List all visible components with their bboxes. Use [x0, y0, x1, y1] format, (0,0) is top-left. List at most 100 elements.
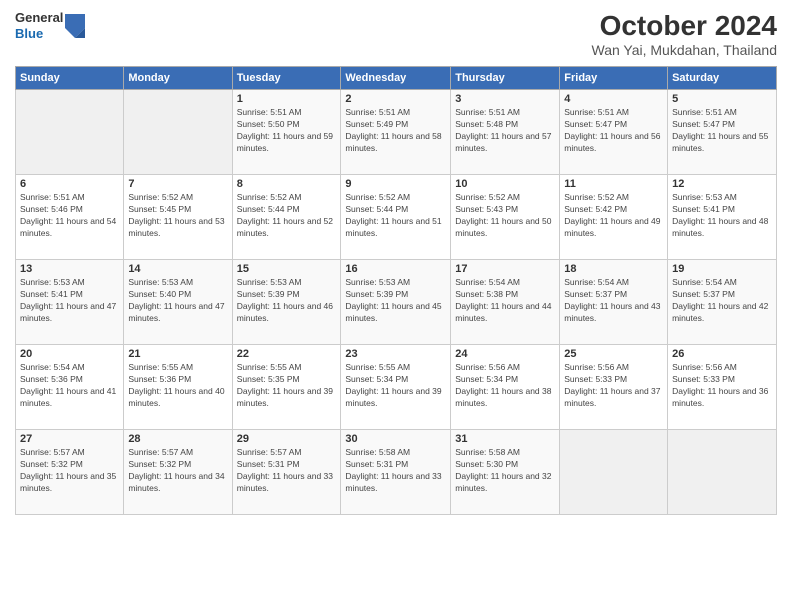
day-number: 24: [455, 348, 555, 360]
month-title: October 2024: [592, 10, 778, 42]
day-info: Sunrise: 5:53 AM Sunset: 5:40 PM Dayligh…: [128, 277, 227, 325]
calendar-weekday-header: Tuesday: [232, 67, 341, 90]
logo-icon: [65, 14, 85, 38]
day-info: Sunrise: 5:53 AM Sunset: 5:41 PM Dayligh…: [20, 277, 119, 325]
calendar-cell: 2 Sunrise: 5:51 AM Sunset: 5:49 PM Daylig…: [341, 90, 451, 175]
calendar-cell: [560, 430, 668, 515]
day-number: 19: [672, 263, 772, 275]
day-number: 14: [128, 263, 227, 275]
calendar-cell: 6 Sunrise: 5:51 AM Sunset: 5:46 PM Daylig…: [16, 175, 124, 260]
day-number: 2: [345, 93, 446, 105]
calendar-cell: 27 Sunrise: 5:57 AM Sunset: 5:32 PM Dayli…: [16, 430, 124, 515]
day-number: 16: [345, 263, 446, 275]
subtitle: Wan Yai, Mukdahan, Thailand: [592, 42, 778, 58]
calendar-week-row: 20Sunrise: 5:54 AM Sunset: 5:36 PM Dayli…: [16, 345, 777, 430]
day-info: Sunrise: 5:54 AM Sunset: 5:36 PM Dayligh…: [20, 362, 119, 410]
calendar-cell: 24 Sunrise: 5:56 AM Sunset: 5:34 PM Dayli…: [451, 345, 560, 430]
day-info: Sunrise: 5:56 AM Sunset: 5:33 PM Dayligh…: [672, 362, 772, 410]
day-number: 10: [455, 178, 555, 190]
day-number: 18: [564, 263, 663, 275]
day-info: Sunrise: 5:52 AM Sunset: 5:45 PM Dayligh…: [128, 192, 227, 240]
calendar-cell: 12 Sunrise: 5:53 AM Sunset: 5:41 PM Dayli…: [668, 175, 777, 260]
calendar-cell: 3Sunrise: 5:51 AM Sunset: 5:48 PM Daylig…: [451, 90, 560, 175]
day-number: 30: [345, 433, 446, 445]
calendar-week-row: 6 Sunrise: 5:51 AM Sunset: 5:46 PM Daylig…: [16, 175, 777, 260]
calendar-cell: 15 Sunrise: 5:53 AM Sunset: 5:39 PM Dayli…: [232, 260, 341, 345]
day-info: Sunrise: 5:52 AM Sunset: 5:44 PM Dayligh…: [345, 192, 446, 240]
day-number: 3: [455, 93, 555, 105]
day-info: Sunrise: 5:53 AM Sunset: 5:39 PM Dayligh…: [237, 277, 337, 325]
day-number: 21: [128, 348, 227, 360]
calendar-cell: [16, 90, 124, 175]
day-number: 5: [672, 93, 772, 105]
day-number: 23: [345, 348, 446, 360]
calendar-cell: [668, 430, 777, 515]
calendar-cell: 14 Sunrise: 5:53 AM Sunset: 5:40 PM Dayli…: [124, 260, 232, 345]
day-number: 7: [128, 178, 227, 190]
calendar-cell: 19 Sunrise: 5:54 AM Sunset: 5:37 PM Dayli…: [668, 260, 777, 345]
calendar-cell: 4Sunrise: 5:51 AM Sunset: 5:47 PM Daylig…: [560, 90, 668, 175]
day-number: 4: [564, 93, 663, 105]
day-number: 1: [237, 93, 337, 105]
calendar-cell: 16 Sunrise: 5:53 AM Sunset: 5:39 PM Dayli…: [341, 260, 451, 345]
logo-blue: Blue: [15, 26, 63, 42]
day-number: 31: [455, 433, 555, 445]
day-info: Sunrise: 5:51 AM Sunset: 5:50 PM Dayligh…: [237, 107, 337, 155]
calendar-week-row: 27 Sunrise: 5:57 AM Sunset: 5:32 PM Dayli…: [16, 430, 777, 515]
day-info: Sunrise: 5:54 AM Sunset: 5:37 PM Dayligh…: [564, 277, 663, 325]
title-block: October 2024 Wan Yai, Mukdahan, Thailand: [592, 10, 778, 58]
calendar-cell: 5 Sunrise: 5:51 AM Sunset: 5:47 PM Daylig…: [668, 90, 777, 175]
day-number: 6: [20, 178, 119, 190]
day-info: Sunrise: 5:55 AM Sunset: 5:35 PM Dayligh…: [237, 362, 337, 410]
calendar-cell: 11Sunrise: 5:52 AM Sunset: 5:42 PM Dayli…: [560, 175, 668, 260]
calendar-cell: 21 Sunrise: 5:55 AM Sunset: 5:36 PM Dayli…: [124, 345, 232, 430]
day-info: Sunrise: 5:54 AM Sunset: 5:37 PM Dayligh…: [672, 277, 772, 325]
calendar-weekday-header: Saturday: [668, 67, 777, 90]
day-info: Sunrise: 5:51 AM Sunset: 5:49 PM Dayligh…: [345, 107, 446, 155]
day-info: Sunrise: 5:56 AM Sunset: 5:34 PM Dayligh…: [455, 362, 555, 410]
day-number: 17: [455, 263, 555, 275]
calendar-cell: 31 Sunrise: 5:58 AM Sunset: 5:30 PM Dayli…: [451, 430, 560, 515]
day-info: Sunrise: 5:52 AM Sunset: 5:43 PM Dayligh…: [455, 192, 555, 240]
calendar-cell: 13 Sunrise: 5:53 AM Sunset: 5:41 PM Dayli…: [16, 260, 124, 345]
calendar-cell: 25 Sunrise: 5:56 AM Sunset: 5:33 PM Dayli…: [560, 345, 668, 430]
calendar-cell: 10 Sunrise: 5:52 AM Sunset: 5:43 PM Dayli…: [451, 175, 560, 260]
calendar-cell: 23 Sunrise: 5:55 AM Sunset: 5:34 PM Dayli…: [341, 345, 451, 430]
day-info: Sunrise: 5:58 AM Sunset: 5:31 PM Dayligh…: [345, 447, 446, 495]
day-info: Sunrise: 5:57 AM Sunset: 5:32 PM Dayligh…: [128, 447, 227, 495]
day-info: Sunrise: 5:58 AM Sunset: 5:30 PM Dayligh…: [455, 447, 555, 495]
calendar-cell: 8Sunrise: 5:52 AM Sunset: 5:44 PM Daylig…: [232, 175, 341, 260]
calendar-weekday-header: Monday: [124, 67, 232, 90]
day-info: Sunrise: 5:53 AM Sunset: 5:41 PM Dayligh…: [672, 192, 772, 240]
calendar-weekday-header: Friday: [560, 67, 668, 90]
calendar-cell: 30 Sunrise: 5:58 AM Sunset: 5:31 PM Dayli…: [341, 430, 451, 515]
day-number: 12: [672, 178, 772, 190]
day-info: Sunrise: 5:51 AM Sunset: 5:47 PM Dayligh…: [672, 107, 772, 155]
day-number: 13: [20, 263, 119, 275]
day-info: Sunrise: 5:52 AM Sunset: 5:44 PM Dayligh…: [237, 192, 337, 240]
day-number: 27: [20, 433, 119, 445]
calendar-weekday-header: Sunday: [16, 67, 124, 90]
page-container: General Blue October 2024 Wan Yai, Mukda…: [0, 0, 792, 612]
calendar-cell: 20Sunrise: 5:54 AM Sunset: 5:36 PM Dayli…: [16, 345, 124, 430]
day-info: Sunrise: 5:51 AM Sunset: 5:46 PM Dayligh…: [20, 192, 119, 240]
calendar-header-row: SundayMondayTuesdayWednesdayThursdayFrid…: [16, 67, 777, 90]
day-number: 15: [237, 263, 337, 275]
calendar-week-row: 13 Sunrise: 5:53 AM Sunset: 5:41 PM Dayli…: [16, 260, 777, 345]
day-number: 28: [128, 433, 227, 445]
day-info: Sunrise: 5:56 AM Sunset: 5:33 PM Dayligh…: [564, 362, 663, 410]
day-info: Sunrise: 5:53 AM Sunset: 5:39 PM Dayligh…: [345, 277, 446, 325]
day-info: Sunrise: 5:55 AM Sunset: 5:34 PM Dayligh…: [345, 362, 446, 410]
day-number: 9: [345, 178, 446, 190]
calendar-weekday-header: Wednesday: [341, 67, 451, 90]
logo-general: General: [15, 10, 63, 26]
calendar-weekday-header: Thursday: [451, 67, 560, 90]
day-info: Sunrise: 5:57 AM Sunset: 5:32 PM Dayligh…: [20, 447, 119, 495]
calendar-cell: 26 Sunrise: 5:56 AM Sunset: 5:33 PM Dayli…: [668, 345, 777, 430]
day-number: 25: [564, 348, 663, 360]
calendar-cell: [124, 90, 232, 175]
calendar-cell: 1 Sunrise: 5:51 AM Sunset: 5:50 PM Daylig…: [232, 90, 341, 175]
day-info: Sunrise: 5:55 AM Sunset: 5:36 PM Dayligh…: [128, 362, 227, 410]
day-info: Sunrise: 5:52 AM Sunset: 5:42 PM Dayligh…: [564, 192, 663, 240]
day-number: 26: [672, 348, 772, 360]
